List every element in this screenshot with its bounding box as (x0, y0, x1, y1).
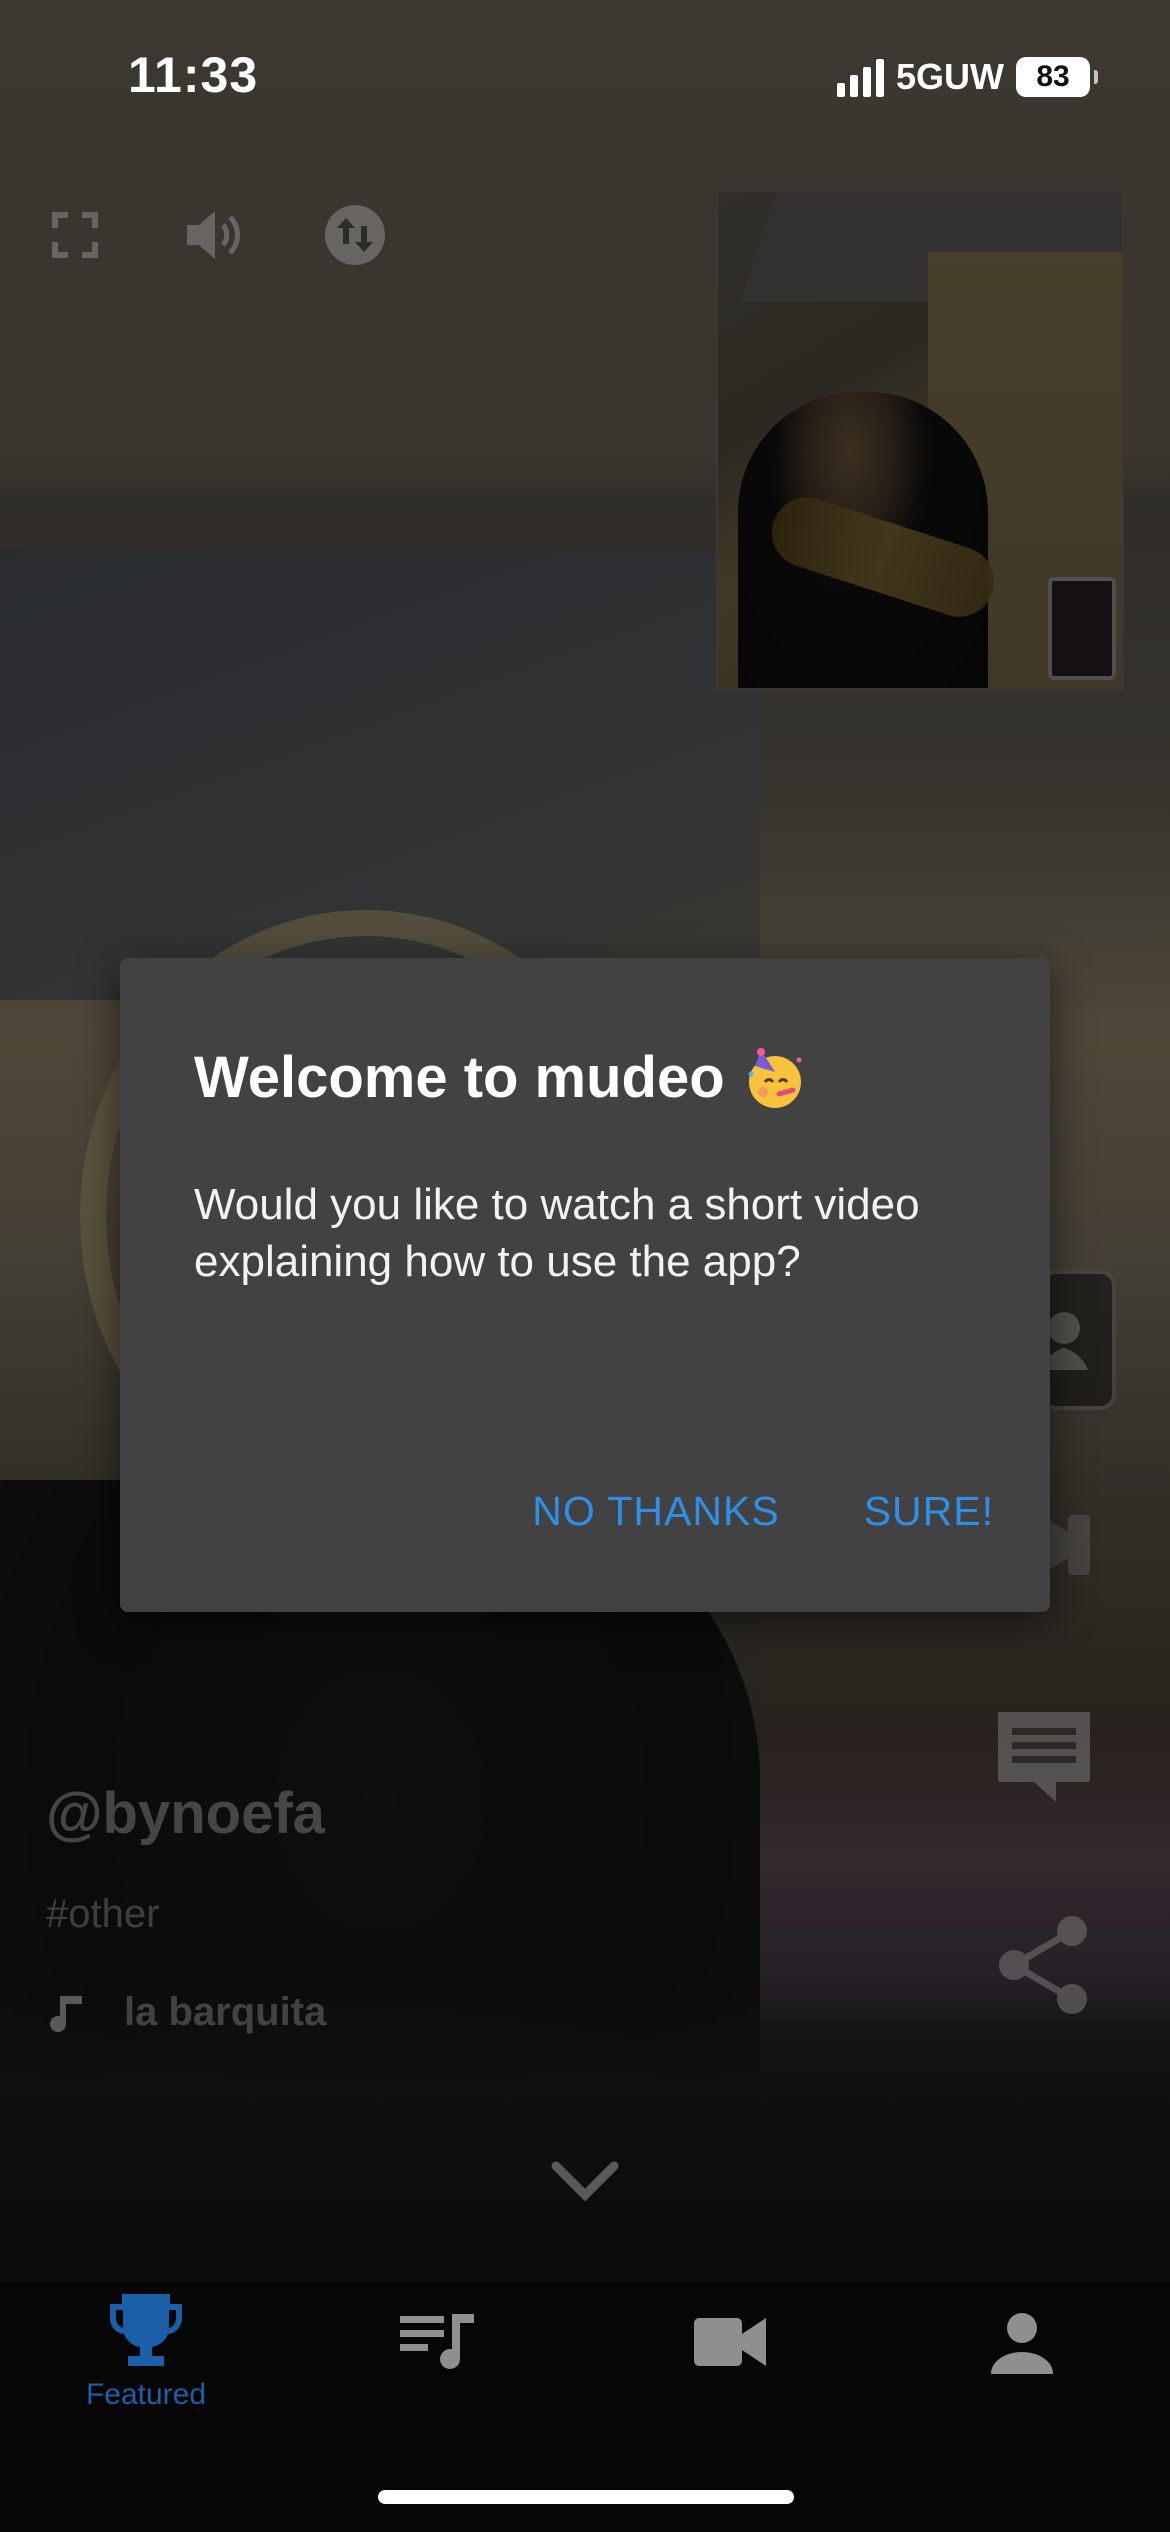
dialog-actions: NO THANKS SURE! (532, 1488, 994, 1535)
dialog-title-text: Welcome to mudeo (194, 1045, 725, 1110)
nav-label-featured: Featured (85, 2378, 207, 2411)
party-face-icon (748, 1047, 802, 1108)
home-indicator[interactable] (378, 2490, 794, 2504)
status-indicators: 5GUW 83 (837, 56, 1098, 98)
playlist-music-icon (400, 2314, 474, 2369)
welcome-dialog: Welcome to mudeo Would you like to watch… (120, 958, 1050, 1612)
status-time: 11:33 (128, 47, 259, 103)
no-thanks-button[interactable]: NO THANKS (532, 1488, 779, 1535)
battery-level: 83 (1036, 60, 1070, 93)
dialog-title: Welcome to mudeo (194, 1044, 807, 1111)
nav-item-featured[interactable]: Featured (0, 2290, 292, 2450)
video-camera-icon (694, 2318, 766, 2366)
signal-strength-icon (837, 57, 884, 97)
trophy-icon (110, 2294, 182, 2366)
nav-item-record[interactable] (584, 2316, 876, 2476)
network-type: 5GUW (896, 56, 1004, 97)
nav-item-profile[interactable] (876, 2312, 1168, 2472)
person-icon (991, 2313, 1053, 2374)
battery-icon: 83 (1016, 57, 1098, 97)
dialog-message: Would you like to watch a short video ex… (194, 1180, 920, 1286)
status-bar: 11:33 5GUW 83 (0, 0, 1170, 150)
sure-button[interactable]: SURE! (864, 1488, 994, 1535)
app-screen: @bynoefa #other la barquita 11:33 5GUW 8… (0, 0, 1170, 2532)
nav-item-playlist[interactable] (292, 2312, 584, 2472)
